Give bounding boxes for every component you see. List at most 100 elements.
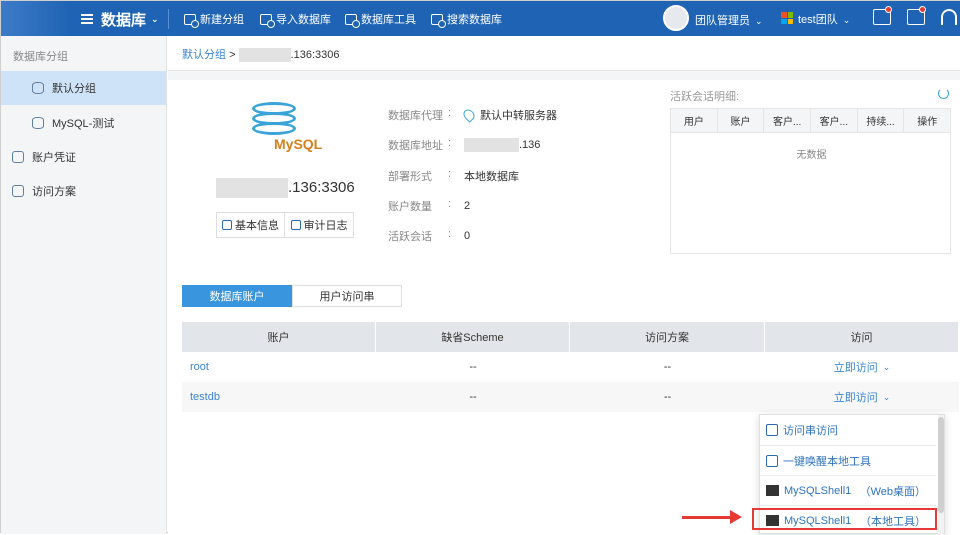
dropdown-scrollbar[interactable] <box>938 415 944 535</box>
account-link[interactable]: testdb <box>182 382 376 412</box>
plan-cell: -- <box>663 391 672 403</box>
module-label: 数据库 <box>101 11 147 29</box>
scheme-cell: -- <box>469 361 477 373</box>
table-row: root -- -- 立即访问 ⌄ <box>182 352 959 382</box>
app-logo <box>1 1 71 36</box>
chevron-down-icon: ⌄ <box>882 391 891 402</box>
access-label: 立即访问 <box>833 362 878 374</box>
monitor-icon <box>766 454 778 467</box>
col-header: 客户... <box>764 109 812 132</box>
table-header: 账户 缺省Scheme 访问方案 访问 <box>182 322 959 352</box>
database-icon <box>32 82 44 94</box>
headset-icon[interactable] <box>941 9 957 25</box>
db-summary-card: MySQL .136:3306 基本信息 审计日志 数据库代理: 默认中转服务器 … <box>168 80 960 270</box>
db-address: .136:3306 <box>288 178 355 196</box>
field-address: 数据库地址: .136 <box>388 137 541 152</box>
field-deploy: 部署形式: 本地数据库 <box>388 168 519 183</box>
search-icon <box>431 13 446 28</box>
main-panel: 默认分组 > .136:3306 MySQL .136:3306 基本信息 审计… <box>168 36 960 535</box>
field-proxy: 数据库代理: 默认中转服务器 <box>388 107 557 123</box>
db-tools-button[interactable]: 数据库工具 <box>345 11 416 28</box>
divider <box>168 9 169 29</box>
sidebar: 数据库分组 默认分组 MySQL-测试 账户凭证 访问方案 <box>1 36 167 534</box>
col-header: 持续... <box>858 109 905 132</box>
sidebar-item-label: MySQL-测试 <box>52 118 115 130</box>
breadcrumb-address: .136:3306 <box>290 49 340 61</box>
chevron-down-icon: ⌄ <box>151 13 159 24</box>
annotation-arrow <box>682 510 744 524</box>
sessions-header: 用户 账户 客户... 客户... 持续... 操作 <box>671 109 950 133</box>
sidebar-item-credentials[interactable]: 账户凭证 <box>1 140 166 174</box>
tab-audit-log[interactable]: 审计日志 <box>285 212 354 238</box>
sessions-title: 活跃会话明细: <box>670 91 740 103</box>
col-header: 访问方案 <box>570 322 765 352</box>
sidebar-item-label: 默认分组 <box>52 83 96 95</box>
accounts-table: 账户 缺省Scheme 访问方案 访问 root -- -- 立即访问 ⌄ tes… <box>182 322 959 412</box>
user-role-label: 团队管理员 <box>695 15 750 27</box>
new-group-button[interactable]: 新建分组 <box>184 11 244 28</box>
sidebar-item-mysql-test[interactable]: MySQL-测试 <box>1 106 166 140</box>
id-card-icon <box>12 151 24 163</box>
access-now-button[interactable]: 立即访问 ⌄ <box>765 352 959 382</box>
tools-icon <box>345 13 360 28</box>
menu-item-access-string[interactable]: 访问串访问 <box>760 415 936 445</box>
chevron-down-icon: ⌄ <box>842 15 851 25</box>
tab-db-accounts[interactable]: 数据库账户 <box>182 285 292 307</box>
user-role-menu[interactable]: 团队管理员 ⌄ <box>695 12 763 28</box>
import-db-label: 导入数据库 <box>276 14 331 26</box>
accounts-tabs: 数据库账户 用户访问串 <box>182 285 402 307</box>
log-icon <box>290 220 301 230</box>
search-db-label: 搜索数据库 <box>447 14 502 26</box>
redacted-ip <box>464 138 519 152</box>
scheme-cell: -- <box>469 391 477 403</box>
team-menu[interactable]: test团队 ⌄ <box>798 11 850 27</box>
field-account-count: 账户数量:2 <box>388 198 471 213</box>
tab-user-access-strings[interactable]: 用户访问串 <box>292 285 402 307</box>
windows-logo-icon <box>781 12 793 24</box>
detail-tabs: 基本信息 审计日志 <box>216 212 354 238</box>
tab-basic-info[interactable]: 基本信息 <box>216 212 285 238</box>
refresh-icon[interactable] <box>938 88 949 99</box>
redacted-ip <box>238 48 291 63</box>
col-header: 缺省Scheme <box>376 322 570 352</box>
edit-icon <box>222 220 232 230</box>
sessions-table: 用户 账户 客户... 客户... 持续... 操作 无数据 <box>670 108 951 254</box>
team-label: test团队 <box>798 14 838 26</box>
access-now-button[interactable]: 立即访问 ⌄ <box>765 382 959 412</box>
menu-item-wake-local-tool[interactable]: 一键唤醒本地工具 <box>760 445 936 475</box>
document-icon <box>766 424 778 436</box>
chevron-down-icon: ⌄ <box>882 361 891 372</box>
col-header: 操作 <box>917 117 938 128</box>
col-header: 账户 <box>718 109 765 132</box>
import-db-button[interactable]: 导入数据库 <box>260 11 331 28</box>
notification-badge <box>885 6 892 13</box>
breadcrumb-group-link[interactable]: 默认分组 <box>182 49 226 61</box>
col-header: 访问 <box>765 322 959 352</box>
avatar[interactable] <box>663 5 689 31</box>
task-badge <box>919 6 926 13</box>
breadcrumb-separator: > <box>229 49 236 61</box>
new-group-icon <box>184 13 199 28</box>
new-group-label: 新建分组 <box>200 14 244 26</box>
menu-item-mysqlshell-web[interactable]: MySQLShell1 （Web桌面） <box>760 475 936 505</box>
breadcrumb: 默认分组 > .136:3306 <box>168 36 960 71</box>
sidebar-item-default-group[interactable]: 默认分组 <box>1 71 166 105</box>
sidebar-item-label: 账户凭证 <box>32 152 76 164</box>
field-active-sessions: 活跃会话:0 <box>388 228 471 243</box>
annotation-highlight-box <box>752 508 937 530</box>
access-label: 立即访问 <box>833 392 878 404</box>
mysql-logo-text: MySQL <box>274 136 323 152</box>
account-link[interactable]: root <box>182 352 376 382</box>
module-menu[interactable]: 数据库 ⌄ <box>81 9 161 29</box>
db-tools-label: 数据库工具 <box>361 14 416 26</box>
redacted-ip <box>216 178 288 198</box>
sidebar-item-label: 访问方案 <box>32 186 76 198</box>
accounts-section: 数据库账户 用户访问串 账户 缺省Scheme 访问方案 访问 root -- … <box>168 268 960 535</box>
import-icon <box>260 13 275 28</box>
tab-label: 基本信息 <box>235 220 279 232</box>
empty-state: 无数据 <box>796 150 827 161</box>
plan-cell: -- <box>663 361 672 373</box>
top-bar: 数据库 ⌄ 新建分组 导入数据库 数据库工具 搜索数据库 团队管理员 ⌄ test… <box>1 1 960 36</box>
sidebar-item-access-plan[interactable]: 访问方案 <box>1 174 166 208</box>
search-db-button[interactable]: 搜索数据库 <box>431 11 502 28</box>
